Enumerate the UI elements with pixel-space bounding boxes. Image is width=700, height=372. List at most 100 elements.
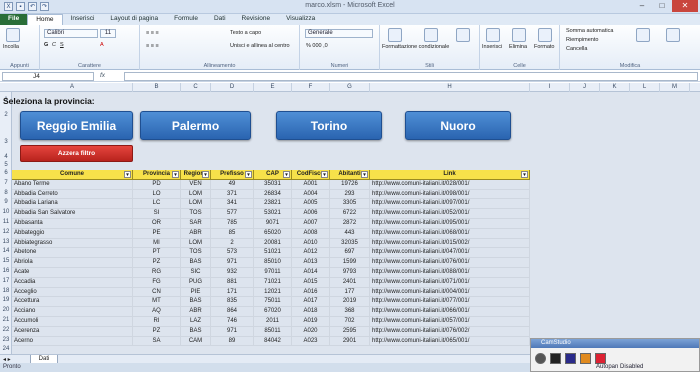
table-cell[interactable]: A013 — [292, 258, 330, 268]
table-cell[interactable]: 20081 — [254, 238, 292, 249]
table-cell[interactable]: Abbateggio — [12, 228, 133, 239]
tab-visualizza[interactable]: Visualizza — [278, 14, 323, 25]
table-cell[interactable]: LC — [133, 199, 181, 210]
table-cell[interactable]: 881 — [211, 277, 254, 288]
tab-home[interactable]: Home — [27, 14, 63, 25]
column-header[interactable]: M — [660, 83, 690, 92]
table-cell[interactable]: LOM — [181, 199, 211, 210]
table-cell[interactable]: A007 — [292, 218, 330, 229]
table-cell[interactable]: Abbadia Cerreto — [12, 189, 133, 200]
formula-input[interactable] — [124, 72, 698, 81]
row-header[interactable]: 14 — [0, 248, 12, 254]
table-cell[interactable]: 2595 — [330, 326, 370, 337]
record-icon[interactable] — [535, 353, 546, 364]
table-cell[interactable]: RG — [133, 267, 181, 278]
row-header[interactable]: 6 — [0, 170, 12, 176]
table-cell[interactable]: A015 — [292, 277, 330, 288]
underline-button[interactable]: S — [60, 42, 64, 48]
column-header[interactable]: D — [211, 83, 254, 92]
filter-dropdown-icon[interactable]: ▾ — [361, 171, 368, 178]
table-cell[interactable]: 293 — [330, 189, 370, 200]
table-cell[interactable]: 71021 — [254, 277, 292, 288]
reset-filter-button[interactable]: Azzera filtro — [20, 145, 133, 162]
number-format-select[interactable]: Generale — [305, 29, 373, 38]
table-cell[interactable]: A018 — [292, 307, 330, 317]
table-cell[interactable]: 341 — [211, 199, 254, 210]
column-header[interactable]: F — [292, 83, 330, 92]
table-cell[interactable]: SA — [133, 336, 181, 347]
row-header[interactable]: 11 — [0, 219, 12, 225]
cell-styles-icon[interactable] — [456, 28, 470, 42]
table-cell[interactable]: LAZ — [181, 316, 211, 327]
table-cell[interactable]: 53021 — [254, 209, 292, 219]
sheet-nav-icon[interactable]: ◂ ▸ — [3, 356, 11, 363]
table-cell[interactable]: http://www.comuni-italiani.it/065/001/ — [370, 336, 530, 347]
wrap-text-button[interactable]: Testo a capo — [230, 30, 261, 36]
table-cell[interactable]: Abbasanta — [12, 218, 133, 229]
column-header[interactable]: C — [181, 83, 211, 92]
table-header-cell[interactable]: Regione ▾ — [181, 170, 211, 180]
filter-dropdown-icon[interactable]: ▾ — [321, 171, 328, 178]
table-header-cell[interactable]: CodFisco ▾ — [292, 170, 330, 180]
table-cell[interactable]: A005 — [292, 199, 330, 210]
row-header[interactable]: 23 — [0, 337, 12, 343]
table-cell[interactable]: RI — [133, 316, 181, 327]
table-cell[interactable]: 177 — [330, 287, 370, 298]
table-cell[interactable]: 19726 — [330, 179, 370, 190]
table-cell[interactable]: MT — [133, 297, 181, 308]
table-cell[interactable]: TOS — [181, 248, 211, 259]
table-cell[interactable]: A006 — [292, 209, 330, 219]
table-cell[interactable]: A019 — [292, 316, 330, 327]
table-cell[interactable]: BAS — [181, 297, 211, 308]
table-cell[interactable]: A001 — [292, 179, 330, 190]
row-header[interactable]: 13 — [0, 239, 12, 245]
format-cells-button[interactable]: Formato — [534, 44, 554, 50]
table-header-cell[interactable]: Provincia ▾ — [133, 170, 181, 180]
table-cell[interactable]: SAR — [181, 218, 211, 229]
table-cell[interactable]: Acceglio — [12, 287, 133, 298]
row-header[interactable]: 22 — [0, 327, 12, 333]
table-cell[interactable]: http://www.comuni-italiani.it/068/001/ — [370, 228, 530, 239]
fill-button[interactable]: Riempimento — [566, 37, 598, 43]
tab-file[interactable]: File — [0, 14, 28, 25]
table-cell[interactable]: http://www.comuni-italiani.it/004/001/ — [370, 287, 530, 298]
filter-dropdown-icon[interactable]: ▾ — [245, 171, 252, 178]
table-cell[interactable]: PE — [133, 228, 181, 239]
table-cell[interactable]: A010 — [292, 238, 330, 249]
table-cell[interactable]: http://www.comuni-italiani.it/076/001/ — [370, 258, 530, 268]
table-cell[interactable]: 368 — [330, 307, 370, 317]
column-header[interactable]: L — [630, 83, 660, 92]
table-header-cell[interactable]: Comune ▾ — [12, 170, 133, 180]
align-top-icon[interactable]: ≡ ≡ ≡ — [146, 30, 159, 36]
table-cell[interactable]: 32035 — [330, 238, 370, 249]
font-size-select[interactable]: 11 — [100, 29, 116, 38]
filter-dropdown-icon[interactable]: ▾ — [172, 171, 179, 178]
table-cell[interactable]: AQ — [133, 307, 181, 317]
table-cell[interactable]: 65020 — [254, 228, 292, 239]
table-cell[interactable]: LOM — [181, 238, 211, 249]
table-cell[interactable]: 932 — [211, 267, 254, 278]
format-table-icon[interactable] — [424, 28, 438, 42]
delete-cells-button[interactable]: Elimina — [509, 44, 527, 50]
table-cell[interactable]: 2011 — [254, 316, 292, 327]
table-cell[interactable]: PUG — [181, 277, 211, 288]
column-header[interactable]: K — [600, 83, 630, 92]
table-cell[interactable]: 2 — [211, 238, 254, 249]
filter-dropdown-icon[interactable]: ▾ — [124, 171, 131, 178]
table-cell[interactable]: LO — [133, 189, 181, 200]
clear-button[interactable]: Cancella — [566, 46, 587, 52]
table-cell[interactable]: 971 — [211, 258, 254, 268]
table-cell[interactable]: CN — [133, 287, 181, 298]
table-cell[interactable]: A020 — [292, 326, 330, 337]
paste-button[interactable]: Incolla — [3, 44, 19, 50]
column-header[interactable]: I — [530, 83, 570, 92]
stop-icon[interactable] — [565, 353, 576, 364]
table-cell[interactable]: 2901 — [330, 336, 370, 347]
table-cell[interactable]: 97011 — [254, 267, 292, 278]
table-cell[interactable]: Abano Terme — [12, 179, 133, 190]
row-header[interactable]: 17 — [0, 278, 12, 284]
delete-cells-icon[interactable] — [512, 28, 526, 42]
table-cell[interactable]: 85011 — [254, 326, 292, 337]
column-header[interactable]: G — [330, 83, 370, 92]
table-cell[interactable]: TOS — [181, 209, 211, 219]
